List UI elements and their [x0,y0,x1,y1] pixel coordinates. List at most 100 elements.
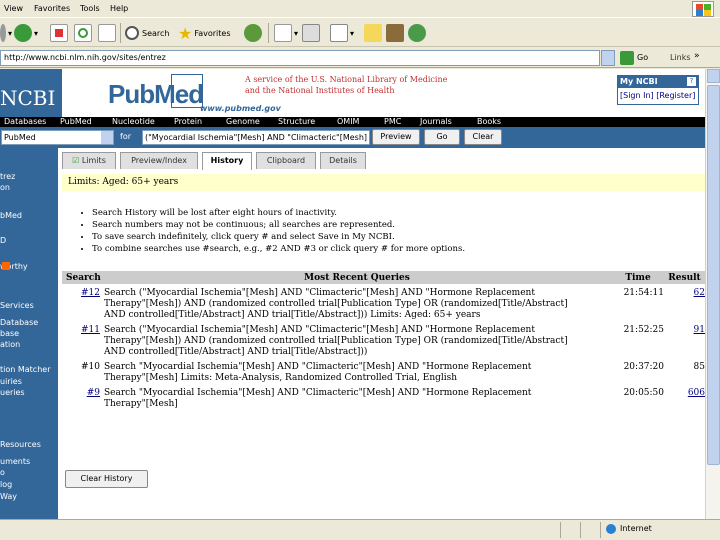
sidebar-item-d[interactable]: D [0,236,6,245]
query-number[interactable]: #10 [81,362,100,372]
nav-databases[interactable]: Databases [4,117,46,127]
service-line-2: and the National Institutes of Health [245,86,395,95]
table-row: #9 Search "Myocardial Ischemia"[Mesh] AN… [62,384,705,410]
sidebar-item-citation[interactable]: ation [0,340,20,349]
tab-details[interactable]: Details [320,152,366,169]
column-header-time: Time [612,271,664,284]
sidebar-item-way[interactable]: Way [0,492,17,501]
list-item: To combine searches use #search, e.g., #… [92,243,465,255]
windows-logo-icon [692,1,714,17]
forward-icon [14,24,32,42]
result-count-link[interactable]: 606 [688,388,705,398]
home-icon [98,24,116,42]
sidebar-item-entrez[interactable]: trez [0,172,15,181]
query-line: Search ("Myocardial Ischemia"[Mesh] AND … [104,288,535,298]
nav-pubmed[interactable]: PubMed [60,117,92,127]
forward-button[interactable]: ▾ [14,23,38,43]
history-button[interactable] [244,23,262,43]
database-select[interactable]: PubMed [1,130,114,145]
checkbox-icon[interactable]: ☑ [72,156,79,165]
search-label: Search [142,28,170,38]
clear-history-button[interactable]: Clear History [65,470,148,488]
query-number-cell: #12 [62,284,102,321]
nav-books[interactable]: Books [477,117,501,127]
address-dropdown[interactable] [601,50,615,66]
result-count-link[interactable]: 62 [694,288,705,298]
preview-button[interactable]: Preview [372,129,420,145]
favorites-button[interactable]: ★ Favorites [178,23,230,43]
sidebar-item-citation-matcher[interactable]: tion Matcher [0,365,51,374]
nav-nucleotide[interactable]: Nucleotide [112,117,155,127]
query-number-link[interactable]: #12 [81,288,100,298]
tab-limits[interactable]: ☑ Limits [62,152,116,169]
search-term-input[interactable]: ("Myocardial Ischemia"[Mesh] AND "Climac… [142,130,370,145]
research-button[interactable] [386,23,404,43]
tab-history[interactable]: History [202,152,252,170]
nav-journals[interactable]: Journals [420,117,452,127]
sidebar-item-o[interactable]: o [0,468,5,477]
ncbi-text: NCBI [0,86,56,110]
menu-view[interactable]: View [4,4,23,13]
menu-favorites[interactable]: Favorites [34,4,70,13]
back-button[interactable]: ▾ [0,23,12,43]
ncbi-logo[interactable]: NCBI [0,69,62,117]
mail-icon [274,24,292,42]
result-count-link[interactable]: 91 [694,325,705,335]
sidebar-item-log[interactable]: log [0,480,12,489]
nav-structure[interactable]: Structure [278,117,315,127]
result-cell: 62 [664,284,705,321]
nav-pmc[interactable]: PMC [384,117,401,127]
rss-icon[interactable] [2,262,10,270]
vertical-scrollbar[interactable] [705,69,720,519]
help-icon[interactable]: ? [687,77,696,86]
notes-button[interactable] [364,23,382,43]
scroll-up-button[interactable] [707,69,720,83]
sidebar-item-pubmed[interactable]: bMed [0,211,22,220]
search-button[interactable]: Search [125,23,169,43]
sidebar-item-base[interactable]: base [0,329,19,338]
sidebar-item-tutorial[interactable]: on [0,183,10,192]
go-search-button[interactable]: Go [424,129,460,145]
links-chevron[interactable]: » [694,51,700,61]
refresh-button[interactable] [74,23,92,43]
messenger-button[interactable] [408,23,426,43]
go-arrow-icon[interactable] [620,51,634,65]
query-number-link[interactable]: #9 [87,388,100,398]
query-cell: Search ("Myocardial Ischemia"[Mesh] AND … [102,284,612,321]
chevron-down-icon[interactable] [101,131,113,144]
book-icon [386,24,404,42]
edit-button[interactable]: ▾ [330,23,354,43]
tab-preview-index[interactable]: Preview/Index [120,152,198,169]
nav-protein[interactable]: Protein [174,117,202,127]
stop-button[interactable] [50,23,68,43]
nav-genome[interactable]: Genome [226,117,260,127]
sidebar-item-clinical-queries[interactable]: uiries [0,377,22,386]
refresh-icon [74,24,92,42]
home-button[interactable] [98,23,116,43]
scroll-thumb[interactable] [707,85,720,465]
for-label: for [120,132,131,141]
list-item: Search numbers may not be continuous; al… [92,219,465,231]
mail-button[interactable]: ▾ [274,23,298,43]
query-cell: Search "Myocardial Ischemia"[Mesh] AND "… [102,384,612,410]
query-number-link[interactable]: #11 [81,325,100,335]
status-bar: Internet [0,519,720,540]
clear-button[interactable]: Clear [464,129,502,145]
print-button[interactable] [302,23,320,43]
history-table: Search Most Recent Queries Time Result #… [62,271,705,410]
menu-tools[interactable]: Tools [80,4,100,13]
tab-clipboard[interactable]: Clipboard [256,152,316,169]
sidebar-item-database[interactable]: Database [0,318,38,327]
go-button[interactable]: Go [637,53,648,62]
nav-omim[interactable]: OMIM [337,117,359,127]
links-button[interactable]: Links [670,53,691,62]
menu-help[interactable]: Help [110,4,128,13]
status-divider [600,522,601,538]
sign-in-link[interactable]: [Sign In] [Register] [618,88,698,104]
query-line: Therapy"[Mesh]) AND (randomized controll… [104,336,568,346]
pubmed-logo[interactable]: PubMed [108,79,204,110]
sidebar-item-special-queries[interactable]: ueries [0,388,25,397]
table-row: #12 Search ("Myocardial Ischemia"[Mesh] … [62,284,705,321]
address-input[interactable]: http://www.ncbi.nlm.nih.gov/sites/entrez [0,50,600,66]
sidebar-item-documents[interactable]: uments [0,457,30,466]
